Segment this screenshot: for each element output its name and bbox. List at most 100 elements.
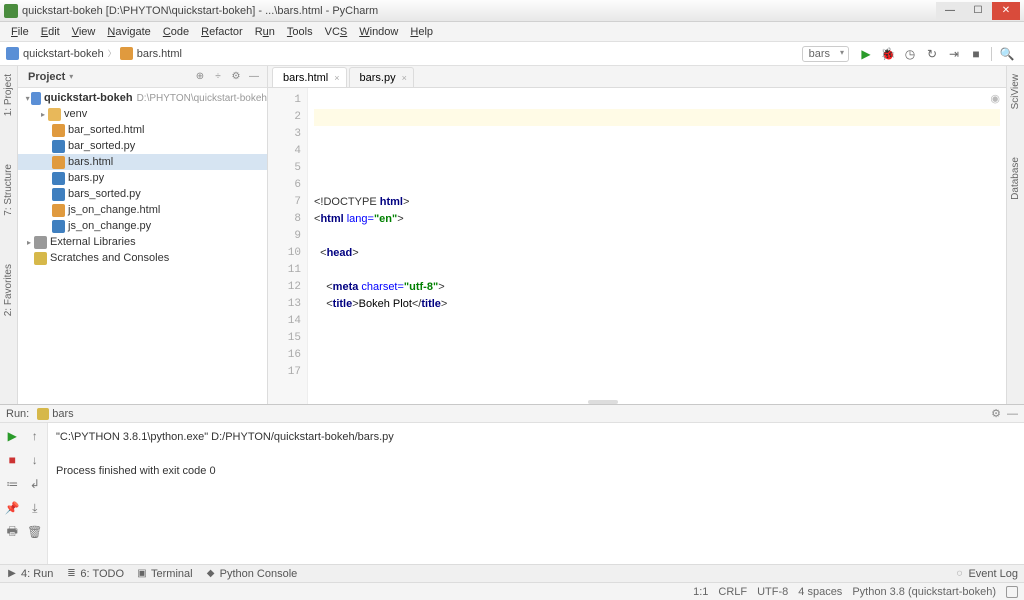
- status-caret-pos[interactable]: 1:1: [693, 586, 708, 598]
- readonly-lock-icon[interactable]: [1006, 586, 1018, 598]
- rerun-button[interactable]: ▶: [2, 425, 23, 447]
- minimize-button[interactable]: —: [936, 2, 964, 20]
- softwrap-button[interactable]: ↲: [25, 473, 46, 495]
- tree-file[interactable]: bars_sorted.py: [18, 186, 267, 202]
- breadcrumb-root[interactable]: quickstart-bokeh: [23, 48, 104, 60]
- maximize-button[interactable]: ☐: [964, 2, 992, 20]
- project-tool-header: Project ▾ ⊕ ÷ ⚙ —: [18, 66, 267, 88]
- tree-file[interactable]: bar_sorted.py: [18, 138, 267, 154]
- down-button[interactable]: ↓: [25, 449, 46, 471]
- editor-tabs: bars.html× bars.py×: [268, 66, 1006, 88]
- status-sdk[interactable]: Python 3.8 (quickstart-bokeh): [852, 586, 996, 598]
- scratch-icon: [34, 252, 47, 265]
- locate-icon[interactable]: ⊕: [193, 70, 207, 84]
- run-config-selector[interactable]: bars: [802, 46, 849, 62]
- tree-venv[interactable]: ▸venv: [18, 106, 267, 122]
- tool-tab-sciview[interactable]: SciView: [1009, 70, 1022, 113]
- search-everywhere-button[interactable]: 🔍: [999, 46, 1015, 62]
- settings-icon[interactable]: ⚙: [229, 70, 243, 84]
- menu-navigate[interactable]: Navigate: [102, 24, 155, 40]
- tree-file[interactable]: bars.py: [18, 170, 267, 186]
- layout-button[interactable]: ≔: [2, 473, 23, 495]
- close-tab-icon[interactable]: ×: [402, 73, 407, 83]
- html-file-icon: [52, 204, 65, 217]
- profile-button[interactable]: ↻: [924, 46, 940, 62]
- python-file-icon: [52, 140, 65, 153]
- dropdown-icon[interactable]: ▾: [69, 72, 73, 81]
- chevron-right-icon: 〉: [108, 48, 116, 59]
- app-icon: [4, 4, 18, 18]
- tree-scratches[interactable]: Scratches and Consoles: [18, 250, 267, 266]
- hide-icon[interactable]: —: [247, 70, 261, 84]
- stop-run-button[interactable]: ■: [2, 449, 23, 471]
- breadcrumb-file[interactable]: bars.html: [137, 48, 182, 60]
- collapse-icon[interactable]: ÷: [211, 70, 225, 84]
- close-tab-icon[interactable]: ×: [334, 73, 339, 83]
- menu-vcs[interactable]: VCS: [320, 24, 353, 40]
- run-settings-icon[interactable]: ⚙: [991, 407, 1001, 420]
- close-button[interactable]: ✕: [992, 2, 1020, 20]
- splitter-handle[interactable]: [588, 400, 618, 404]
- coverage-button[interactable]: ◷: [902, 46, 918, 62]
- html-file-icon: [52, 124, 65, 137]
- status-line-ending[interactable]: CRLF: [718, 586, 747, 598]
- tree-file-selected[interactable]: bars.html: [18, 154, 267, 170]
- tab-run[interactable]: ▶4: Run: [6, 568, 53, 580]
- tab-event-log[interactable]: ◌Event Log: [953, 568, 1018, 580]
- menu-tools[interactable]: Tools: [282, 24, 318, 40]
- pin-button[interactable]: 📌: [2, 497, 23, 519]
- folder-icon: [48, 108, 61, 121]
- run-console[interactable]: "C:\PYTHON 3.8.1\python.exe" D:/PHYTON/q…: [48, 423, 1024, 564]
- tree-file[interactable]: js_on_change.html: [18, 202, 267, 218]
- python-file-icon: [52, 220, 65, 233]
- menu-code[interactable]: Code: [158, 24, 194, 40]
- code-area[interactable]: <!DOCTYPE html> <html lang="en"> <head> …: [308, 88, 1006, 404]
- menu-refactor[interactable]: Refactor: [196, 24, 248, 40]
- menu-view[interactable]: View: [67, 24, 101, 40]
- menu-edit[interactable]: Edit: [36, 24, 65, 40]
- tab-terminal[interactable]: ▣Terminal: [136, 568, 193, 580]
- project-tree[interactable]: ▾quickstart-bokehD:\PHYTON\quickstart-bo…: [18, 88, 267, 404]
- menu-run[interactable]: Run: [250, 24, 280, 40]
- attach-button[interactable]: ⇥: [946, 46, 962, 62]
- run-toolbar: ▶ ↑ ■ ↓ ≔ ↲ 📌 ⤓ 🖶 🗑: [0, 423, 48, 564]
- tool-tab-favorites[interactable]: 2: Favorites: [2, 260, 15, 320]
- scroll-button[interactable]: ⤓: [25, 497, 46, 519]
- tree-external-libs[interactable]: ▸External Libraries: [18, 234, 267, 250]
- tab-todo[interactable]: ≣6: TODO: [65, 568, 124, 580]
- status-encoding[interactable]: UTF-8: [757, 586, 788, 598]
- tree-root[interactable]: ▾quickstart-bokehD:\PHYTON\quickstart-bo…: [18, 90, 267, 106]
- run-button[interactable]: ▶: [858, 46, 874, 62]
- python-file-icon: [52, 188, 65, 201]
- right-tool-strip: SciView Database: [1006, 66, 1024, 404]
- tree-file[interactable]: bar_sorted.html: [18, 122, 267, 138]
- status-indent[interactable]: 4 spaces: [798, 586, 842, 598]
- tool-tab-database[interactable]: Database: [1009, 153, 1022, 204]
- editor-tab-active[interactable]: bars.html×: [272, 67, 347, 87]
- inspection-eye-icon[interactable]: ◉: [990, 92, 1000, 105]
- menu-window[interactable]: Window: [354, 24, 403, 40]
- menu-help[interactable]: Help: [405, 24, 438, 40]
- editor-tab[interactable]: bars.py×: [349, 67, 414, 87]
- todo-icon: ≣: [65, 568, 77, 580]
- tool-tab-structure[interactable]: 7: Structure: [2, 160, 15, 220]
- tree-file[interactable]: js_on_change.py: [18, 218, 267, 234]
- debug-button[interactable]: 🐞: [880, 46, 896, 62]
- run-icon: ▶: [6, 568, 18, 580]
- window-title: quickstart-bokeh [D:\PHYTON\quickstart-b…: [22, 5, 936, 17]
- print-button[interactable]: 🖶: [2, 521, 23, 543]
- html-file-icon: [52, 156, 65, 169]
- run-config-name[interactable]: bars: [37, 408, 73, 420]
- project-tool-window: Project ▾ ⊕ ÷ ⚙ — ▾quickstart-bokehD:\PH…: [18, 66, 268, 404]
- stop-button[interactable]: ■: [968, 46, 984, 62]
- clear-button[interactable]: 🗑: [25, 521, 46, 543]
- project-folder-icon: [6, 47, 19, 60]
- status-bar: 1:1 CRLF UTF-8 4 spaces Python 3.8 (quic…: [0, 582, 1024, 600]
- library-icon: [34, 236, 47, 249]
- code-editor[interactable]: 1234567891011121314151617 <!DOCTYPE html…: [268, 88, 1006, 404]
- menu-file[interactable]: File: [6, 24, 34, 40]
- tool-tab-project[interactable]: 1: Project: [2, 70, 15, 120]
- tab-python-console[interactable]: ◆Python Console: [205, 568, 298, 580]
- run-hide-icon[interactable]: —: [1007, 408, 1018, 420]
- up-button[interactable]: ↑: [25, 425, 46, 447]
